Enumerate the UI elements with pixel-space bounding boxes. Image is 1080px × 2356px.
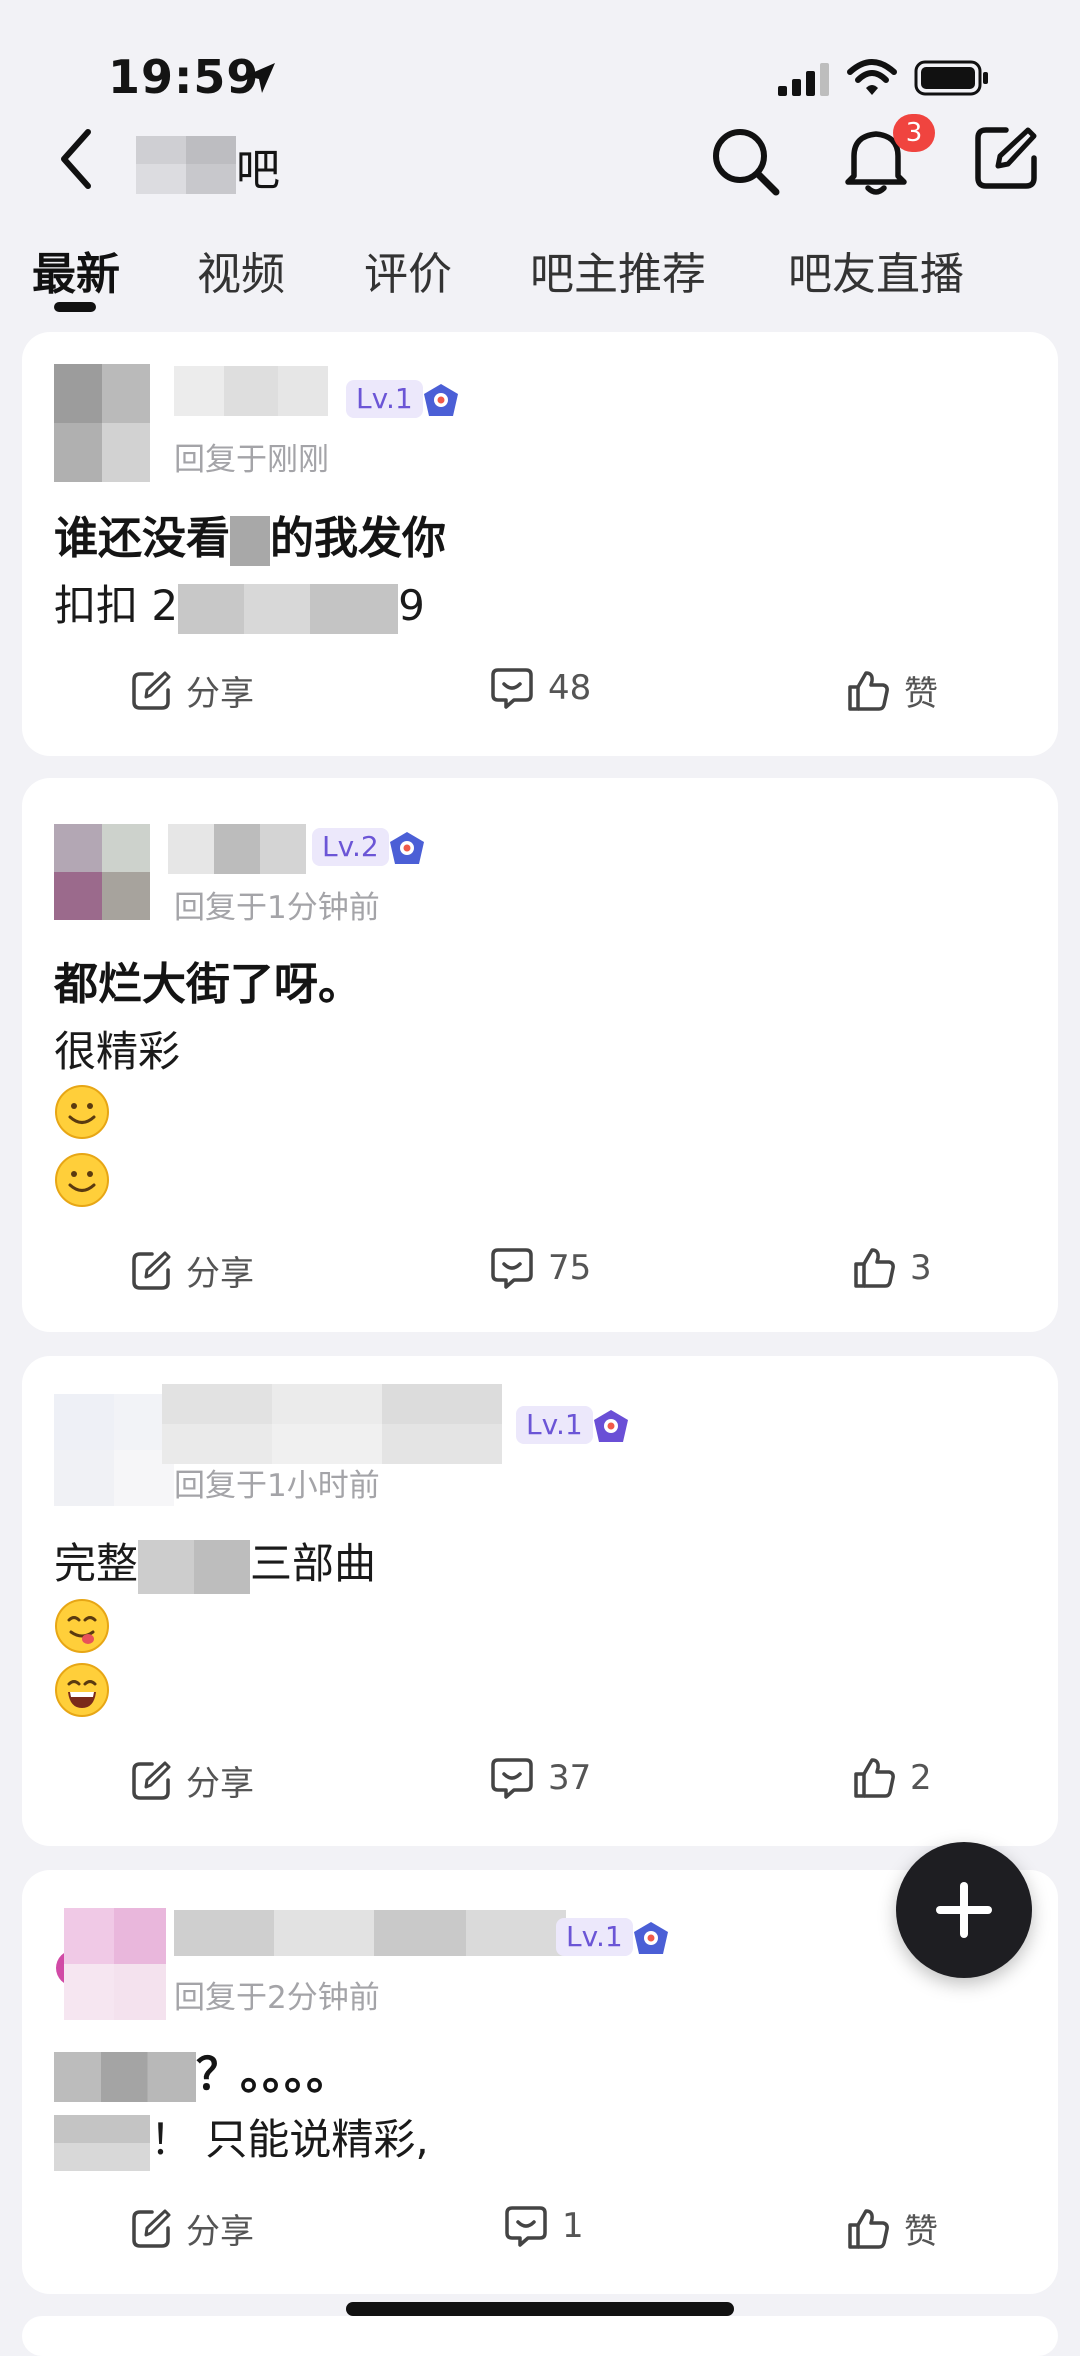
grin-emoji-icon bbox=[55, 1663, 109, 1717]
forum-name-redacted bbox=[136, 136, 236, 194]
member-medal-icon bbox=[634, 1922, 668, 1954]
post-card[interactable]: Lv.1 回复于刚刚 谁还没看 的我发你 扣扣 29 分享 48 赞 bbox=[22, 332, 1058, 756]
user-level-badge: Lv.1 bbox=[516, 1406, 593, 1444]
share-button[interactable]: 分享 bbox=[130, 1246, 254, 1295]
avatar[interactable] bbox=[54, 1394, 174, 1506]
user-level-badge: Lv.1 bbox=[346, 380, 423, 418]
tab-review[interactable]: 评价 bbox=[364, 238, 452, 302]
post-body[interactable]: 扣扣 29 bbox=[54, 572, 425, 634]
member-medal-icon bbox=[594, 1410, 628, 1442]
post-body[interactable]: 很精彩 bbox=[54, 1018, 180, 1079]
post-card-next[interactable] bbox=[22, 2316, 1058, 2356]
redacted-text bbox=[230, 516, 270, 566]
comment-icon bbox=[491, 668, 533, 709]
username-redacted[interactable] bbox=[168, 824, 306, 874]
back-chevron-icon[interactable] bbox=[56, 126, 96, 192]
share-button[interactable]: 分享 bbox=[130, 2204, 254, 2253]
share-button[interactable]: 分享 bbox=[130, 666, 254, 715]
tab-latest[interactable]: 最新 bbox=[32, 238, 120, 302]
redacted-text bbox=[178, 583, 399, 634]
tab-live[interactable]: 吧友直播 bbox=[788, 238, 964, 302]
avatar[interactable] bbox=[54, 824, 150, 942]
post-title[interactable]: 谁还没看 的我发你 bbox=[54, 502, 446, 566]
share-icon bbox=[132, 1251, 171, 1290]
comment-button[interactable]: 75 bbox=[490, 1246, 591, 1290]
avatar[interactable] bbox=[54, 1908, 166, 2020]
comment-button[interactable]: 48 bbox=[490, 666, 591, 710]
share-button[interactable]: 分享 bbox=[130, 1756, 254, 1805]
like-button[interactable]: 赞 bbox=[846, 2204, 938, 2253]
post-card[interactable]: Lv.1 回复于1小时前 完整 三部曲 分享 37 2 bbox=[22, 1356, 1058, 1846]
wifi-icon bbox=[847, 59, 897, 95]
notification-badge: 3 bbox=[893, 114, 935, 152]
avatar[interactable] bbox=[54, 364, 150, 482]
post-meta: 回复于1小时前 bbox=[174, 1468, 380, 1504]
tab-admin-picks[interactable]: 吧主推荐 bbox=[530, 238, 706, 302]
post-meta: 回复于刚刚 bbox=[174, 442, 329, 478]
comment-button[interactable]: 37 bbox=[490, 1756, 591, 1800]
compose-icon[interactable] bbox=[972, 124, 1040, 192]
redacted-text bbox=[54, 2114, 150, 2171]
post-card[interactable]: Lv.2 回复于1分钟前 都烂大街了呀。 很精彩 分享 75 3 bbox=[22, 778, 1058, 1332]
user-level-badge: Lv.2 bbox=[312, 828, 389, 866]
like-button[interactable]: 2 bbox=[852, 1756, 932, 1800]
new-post-fab[interactable] bbox=[896, 1842, 1032, 1978]
comment-icon bbox=[491, 1248, 533, 1289]
forum-title-suffix: 吧 bbox=[236, 145, 280, 196]
post-meta: 回复于1分钟前 bbox=[174, 890, 380, 926]
comment-button[interactable]: 1 bbox=[504, 2204, 584, 2248]
user-level-badge: Lv.1 bbox=[556, 1918, 633, 1956]
share-icon bbox=[132, 2209, 171, 2248]
share-icon bbox=[132, 1761, 171, 1800]
search-icon[interactable] bbox=[710, 126, 782, 198]
thumbs-up-icon bbox=[854, 1248, 895, 1288]
member-medal-icon bbox=[390, 832, 424, 864]
smile-emoji-icon bbox=[55, 1153, 109, 1207]
tab-video[interactable]: 视频 bbox=[197, 238, 285, 302]
comment-icon bbox=[491, 1758, 533, 1799]
battery-icon bbox=[914, 60, 988, 96]
tab-active-indicator bbox=[54, 302, 96, 312]
username-redacted[interactable] bbox=[174, 366, 328, 416]
username-redacted[interactable] bbox=[174, 1910, 566, 1956]
status-time: 19:59 bbox=[108, 50, 260, 104]
post-body[interactable]: ！ 只能说精彩, bbox=[54, 2106, 429, 2171]
smile-emoji-icon bbox=[55, 1085, 109, 1139]
thumbs-up-icon bbox=[854, 1758, 895, 1798]
post-body[interactable]: 完整 三部曲 bbox=[54, 1530, 376, 1594]
thumbs-up-icon bbox=[848, 670, 889, 711]
username-redacted[interactable] bbox=[162, 1384, 502, 1464]
like-button[interactable]: 3 bbox=[852, 1246, 932, 1290]
redacted-text bbox=[138, 1539, 251, 1594]
thumbs-up-icon bbox=[848, 2208, 889, 2249]
like-button[interactable]: 赞 bbox=[846, 666, 938, 715]
post-title[interactable]: 都烂大街了呀。 bbox=[54, 948, 362, 1012]
redacted-text bbox=[54, 2052, 196, 2102]
comment-icon bbox=[505, 2206, 547, 2247]
tab-bar: 最新 视频 评价 吧主推荐 吧友直播 bbox=[0, 238, 1080, 318]
member-medal-icon bbox=[424, 384, 458, 416]
share-icon bbox=[132, 671, 171, 710]
yum-emoji-icon bbox=[55, 1599, 109, 1653]
post-title[interactable]: ？。。。。 bbox=[54, 2038, 350, 2102]
location-arrow-icon bbox=[245, 63, 275, 93]
post-meta: 回复于2分钟前 bbox=[174, 1980, 380, 2016]
status-bar: 19:59 bbox=[0, 0, 1080, 120]
home-indicator bbox=[346, 2302, 734, 2316]
cellular-signal-icon bbox=[778, 63, 829, 96]
